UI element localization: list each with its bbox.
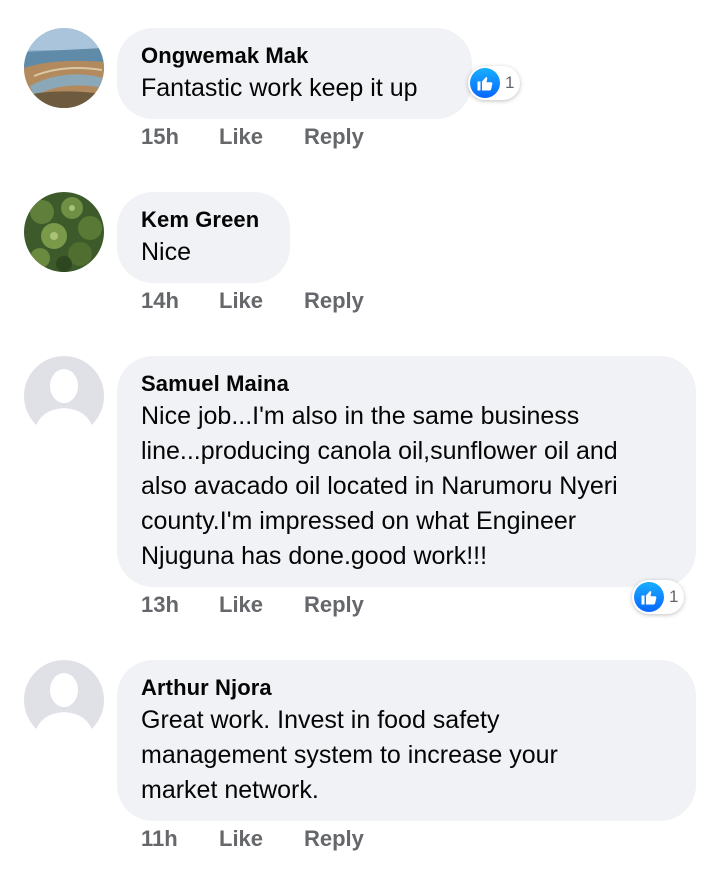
comment-text-line: Great work. Invest in food safety [141,706,500,734]
avatar[interactable] [24,356,104,436]
comment-text-line: county.I'm impressed on what Engineer [141,507,577,535]
reply-button[interactable]: Reply [304,122,364,152]
comment-text-line: line...producing canola oil,sunflower oi… [141,437,618,465]
comment-timestamp[interactable]: 13h [141,590,179,620]
comment-timestamp[interactable]: 11h [141,824,178,854]
comment-author[interactable]: Samuel Maina [141,369,672,399]
comment-text: Nice [141,238,192,266]
comment-text-line: Njuguna has done.good work!!! [141,542,488,570]
comment-timestamp[interactable]: 15h [141,122,179,152]
comment-text-line: market network. [141,776,319,804]
default-profile-icon [24,660,104,740]
reaction-number: 1 [505,73,515,92]
avatar[interactable] [24,660,104,740]
comment-text-line: also avacado oil located in Narumoru Nye… [141,472,618,500]
like-button[interactable]: Like [219,122,263,152]
comment-text-line: Nice job...I'm also in the same business [141,402,580,430]
reply-button[interactable]: Reply [304,824,364,854]
avatar[interactable] [24,192,104,272]
comment-bubble: Ongwemak Mak Fantastic work keep it up [117,28,472,119]
like-button[interactable]: Like [219,824,263,854]
comment-author[interactable]: Arthur Njora [141,673,672,703]
reply-button[interactable]: Reply [304,590,364,620]
comment-text: Nice job...I'm also in the same business… [141,399,672,574]
comment-author[interactable]: Ongwemak Mak [141,41,448,71]
reaction-count[interactable]: 1 [468,66,521,100]
comment-timestamp[interactable]: 14h [141,286,179,316]
like-reaction-icon [470,68,500,98]
comment-text: Great work. Invest in food safety manage… [141,703,672,808]
landscape-avatar-image [24,28,104,108]
comment-text-line: management system to increase your [141,741,558,769]
like-button[interactable]: Like [219,286,263,316]
comment-bubble: Kem Green Nice [117,192,290,283]
reply-button[interactable]: Reply [304,286,364,316]
default-profile-icon [24,356,104,436]
avocado-avatar-image [24,192,104,272]
like-button[interactable]: Like [219,590,263,620]
comment-author[interactable]: Kem Green [141,205,266,235]
like-reaction-icon [634,582,664,612]
avatar[interactable] [24,28,104,108]
comment-text: Fantastic work keep it up [141,74,418,102]
reaction-count[interactable]: 1 [632,580,685,614]
comment-bubble: Arthur Njora Great work. Invest in food … [117,660,696,821]
comment-bubble: Samuel Maina Nice job...I'm also in the … [117,356,696,587]
reaction-number: 1 [669,587,679,606]
